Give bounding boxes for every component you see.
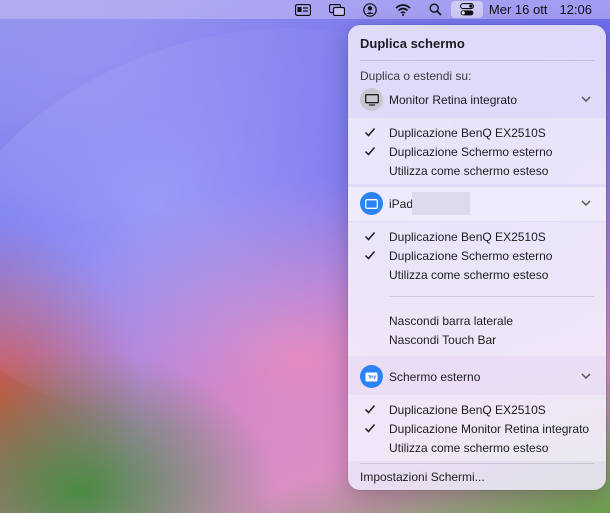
checkmark-icon: [364, 232, 376, 241]
menubar-date[interactable]: Mer 16 ott: [483, 2, 554, 17]
divider: [360, 463, 594, 464]
device-options-monitor-retina: Duplicazione BenQ EX2510S Duplicazione S…: [348, 118, 606, 184]
option-duplicate-external[interactable]: Duplicazione Schermo esterno: [389, 249, 552, 263]
option-extended-display[interactable]: Utilizza come schermo esteso: [389, 441, 548, 455]
checkmark-icon: [364, 424, 376, 433]
device-label: Monitor Retina integrato: [389, 93, 518, 107]
device-row-external-display[interactable]: Schermo esterno: [348, 360, 606, 394]
menu-bar: Mer 16 ott 12:06: [0, 0, 610, 19]
panel-title: Duplica schermo: [360, 36, 465, 51]
option-duplicate-external[interactable]: Duplicazione Schermo esterno: [389, 145, 552, 159]
checkmark-icon: [364, 128, 376, 137]
option-hide-touchbar[interactable]: Nascondi Touch Bar: [389, 333, 496, 347]
device-row-ipad[interactable]: iPad: [348, 187, 606, 221]
device-options-ipad: Duplicazione BenQ EX2510S Duplicazione S…: [348, 222, 606, 356]
option-extended-display[interactable]: Utilizza come schermo esteso: [389, 268, 548, 282]
checkmark-icon: [364, 147, 376, 156]
checkmark-icon: [364, 405, 376, 414]
screen-mirroring-icon[interactable]: [320, 0, 354, 19]
option-extended-display[interactable]: Utilizza come schermo esteso: [389, 164, 548, 178]
divider: [389, 296, 594, 297]
screen-mirroring-panel: Duplica schermo Duplica o estendi su: Mo…: [348, 25, 606, 490]
chevron-down-icon[interactable]: [580, 370, 592, 382]
device-row-monitor-retina[interactable]: Monitor Retina integrato: [348, 83, 606, 117]
checkmark-icon: [364, 251, 376, 260]
menubar-time[interactable]: 12:06: [553, 2, 598, 17]
option-duplicate-benq[interactable]: Duplicazione BenQ EX2510S: [389, 126, 546, 140]
device-label: iPad: [389, 197, 414, 211]
device-options-external-display: Duplicazione BenQ EX2510S Duplicazione M…: [348, 395, 606, 461]
display-settings-link[interactable]: Impostazioni Schermi...: [360, 470, 485, 484]
option-duplicate-benq[interactable]: Duplicazione BenQ EX2510S: [389, 403, 546, 417]
section-label: Duplica o estendi su:: [360, 69, 472, 83]
control-center-icon[interactable]: [450, 1, 483, 18]
ipad-icon: [360, 192, 383, 215]
redacted-block: [412, 192, 470, 215]
option-duplicate-retina[interactable]: Duplicazione Monitor Retina integrato: [389, 422, 589, 436]
display-icon: [360, 88, 383, 111]
wifi-icon[interactable]: [386, 0, 420, 19]
desktop: Mer 16 ott 12:06 Duplica schermo Duplica…: [0, 0, 610, 513]
contacts-card-icon[interactable]: [286, 0, 320, 19]
appletv-icon: [360, 365, 383, 388]
user-account-icon[interactable]: [354, 0, 386, 19]
option-duplicate-benq[interactable]: Duplicazione BenQ EX2510S: [389, 230, 546, 244]
chevron-down-icon[interactable]: [580, 197, 592, 209]
device-label: Schermo esterno: [389, 370, 481, 384]
option-hide-sidebar[interactable]: Nascondi barra laterale: [389, 314, 513, 328]
divider: [360, 60, 594, 61]
search-icon[interactable]: [420, 0, 451, 19]
chevron-down-icon[interactable]: [580, 93, 592, 105]
